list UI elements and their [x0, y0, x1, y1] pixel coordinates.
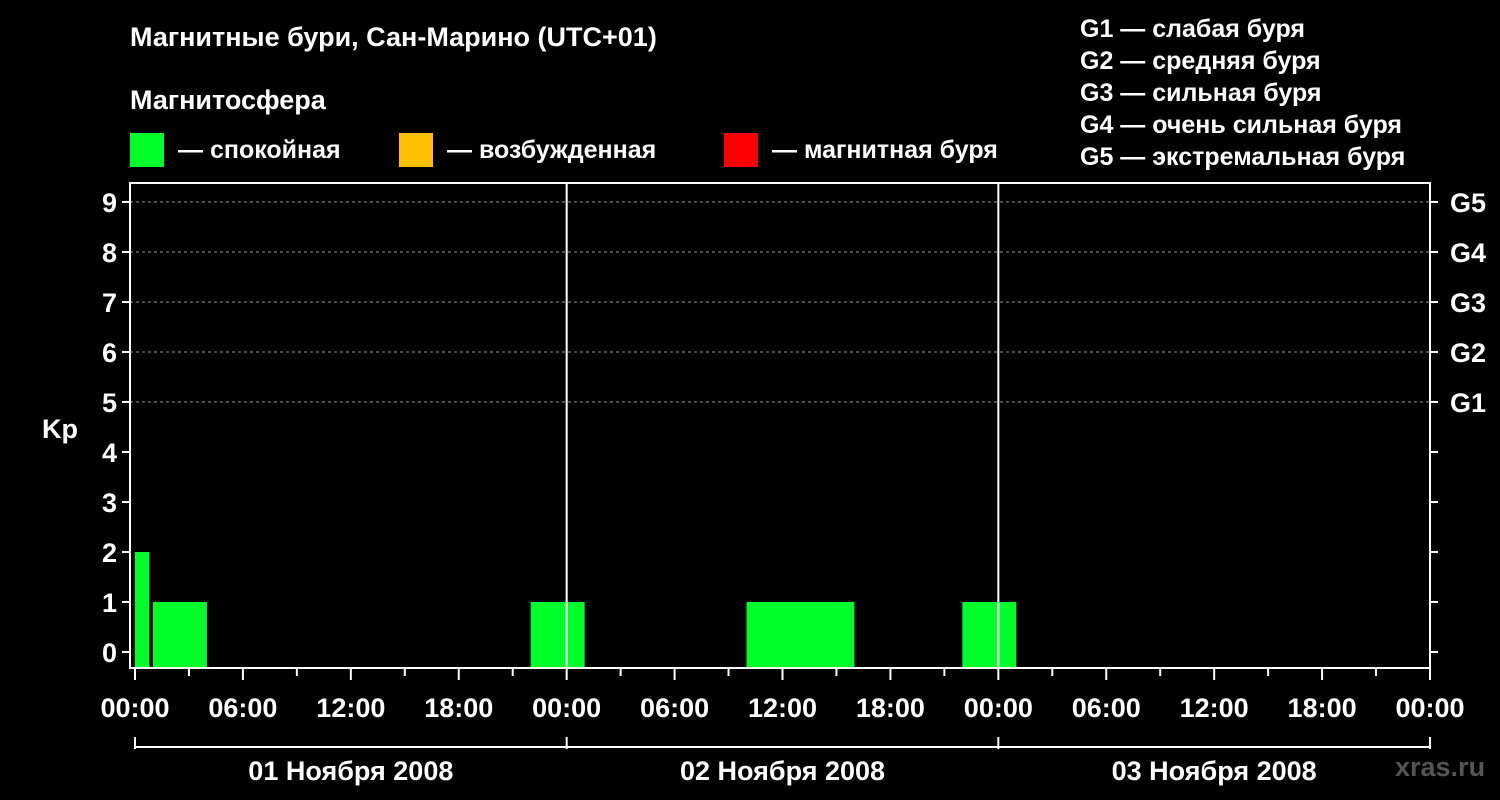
x-tick-label: 12:00	[1180, 693, 1249, 723]
x-tick-label: 06:00	[208, 693, 277, 723]
y-tick-label: 7	[102, 288, 117, 318]
x-tick-label: 18:00	[1288, 693, 1357, 723]
y-tick-label: 6	[102, 338, 117, 368]
watermark: xras.ru	[1395, 752, 1486, 782]
y-tick-label: 2	[102, 538, 117, 568]
plot-frame	[129, 182, 1431, 669]
x-tick-label: 06:00	[1072, 693, 1141, 723]
day-label: 01 Ноября 2008	[248, 756, 453, 786]
kp-bar-4	[800, 602, 855, 668]
day-label: 03 Ноября 2008	[1112, 756, 1317, 786]
g-axis-label: G2	[1450, 338, 1486, 368]
y-tick-label: 1	[102, 588, 117, 618]
kp-bar-1	[152, 602, 207, 668]
y-axis-title: Kp	[42, 414, 78, 444]
x-tick-label: 12:00	[748, 693, 817, 723]
g-axis-label: G5	[1450, 188, 1486, 218]
x-tick-label: 06:00	[640, 693, 709, 723]
y-tick-label: 9	[102, 188, 117, 218]
kp-chart: 0 1 2 3 4 5 6 7 8 9 G1 G2 G3 G4 G5 Kp 00:00 06:00 12:00 18:…	[42, 182, 1486, 786]
kp-bar-5	[962, 602, 1017, 668]
x-tick-label: 12:00	[316, 693, 385, 723]
g-axis-label: G1	[1450, 388, 1486, 418]
kp-bar-2	[530, 602, 585, 668]
y-tick-label: 8	[102, 238, 117, 268]
y-tick-label: 5	[102, 388, 117, 418]
y-tick-label: 0	[102, 638, 117, 668]
x-tick-label: 00:00	[1395, 693, 1464, 723]
x-tick-label: 18:00	[424, 693, 493, 723]
x-tick-label: 00:00	[964, 693, 1033, 723]
kp-bar-3	[746, 602, 801, 668]
day-label: 02 Ноября 2008	[680, 756, 885, 786]
x-tick-label: 18:00	[856, 693, 925, 723]
g-axis-label: G3	[1450, 288, 1486, 318]
x-tick-label: 00:00	[100, 693, 169, 723]
g-axis-label: G4	[1450, 238, 1486, 268]
y-tick-label: 3	[102, 488, 117, 518]
y-tick-label: 4	[102, 438, 117, 468]
x-tick-label: 00:00	[532, 693, 601, 723]
kp-bar-0	[135, 552, 150, 668]
